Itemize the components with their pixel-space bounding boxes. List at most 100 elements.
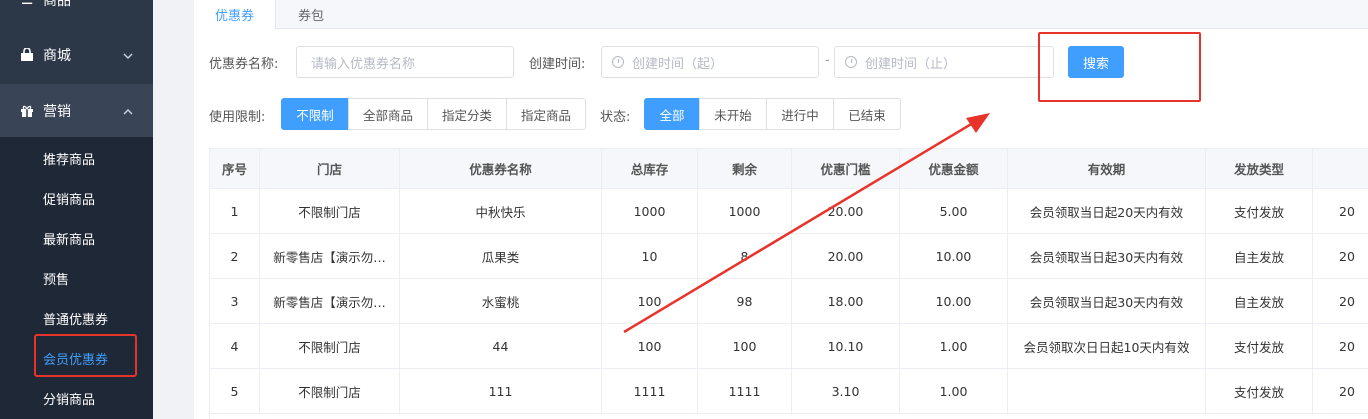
clock-icon (845, 56, 857, 68)
cell-validity: 会员领取当日起30天内有效 (1008, 234, 1206, 278)
cell-total-stock: 1111 (602, 369, 698, 413)
search-button[interactable]: 搜索 (1068, 46, 1124, 78)
cell-coupon-name: 44 (400, 324, 602, 368)
cell-threshold: 20.00 (792, 234, 900, 278)
cell-issue-type: 支付发放 (1206, 324, 1313, 368)
cell-index: 5 (210, 369, 260, 413)
header-remaining: 剩余 (698, 149, 792, 188)
cell-store: 新零售店【演示勿… (260, 234, 400, 278)
cell-threshold: 10.10 (792, 324, 900, 368)
limit-option-goods[interactable]: 指定商品 (506, 98, 586, 130)
status-segmented: 全部 未开始 进行中 已结束 (644, 98, 901, 130)
status-option-all[interactable]: 全部 (644, 98, 700, 130)
coupon-table: 序号 门店 优惠券名称 总库存 剩余 优惠门槛 优惠金额 有效期 发放类型 1 … (209, 148, 1368, 419)
cell-issue-type: 支付发放 (1206, 369, 1313, 413)
header-issue-type: 发放类型 (1206, 149, 1313, 188)
header-threshold: 优惠门槛 (792, 149, 900, 188)
header-extra (1313, 149, 1368, 188)
bag-icon (19, 47, 35, 63)
sidebar-item-recommended[interactable]: 推荐商品 (0, 138, 153, 178)
sidebar-item-newest[interactable]: 最新商品 (0, 218, 153, 258)
cell-index: 3 (210, 279, 260, 323)
status-option-not-started[interactable]: 未开始 (699, 98, 767, 130)
cell-coupon-name: 111 (400, 369, 602, 413)
cell-threshold: 20.00 (792, 189, 900, 233)
cell-total-stock: 1000 (602, 189, 698, 233)
create-time-end-input[interactable]: 创建时间（止） (834, 46, 1054, 78)
sidebar-item-member-coupon[interactable]: 会员优惠券 (0, 338, 153, 378)
cell-remaining: 1111 (698, 369, 792, 413)
cell-discount: 1.00 (900, 369, 1008, 413)
chevron-down-icon (123, 48, 133, 62)
cell-threshold: 3.10 (792, 369, 900, 413)
cell-validity (1008, 369, 1206, 413)
cell-validity: 会员领取当日起20天内有效 (1008, 189, 1206, 233)
create-time-start-input[interactable]: 创建时间（起） (601, 46, 819, 78)
header-coupon-name: 优惠券名称 (400, 149, 602, 188)
header-index: 序号 (210, 149, 260, 188)
cell-extra: 20 (1313, 369, 1368, 413)
table-header: 序号 门店 优惠券名称 总库存 剩余 优惠门槛 优惠金额 有效期 发放类型 (210, 149, 1368, 189)
sidebar-group-mall[interactable]: 商城 (0, 35, 153, 75)
limit-option-all-goods[interactable]: 全部商品 (348, 98, 428, 130)
cell-coupon-name: 中秋快乐 (400, 189, 602, 233)
table-row[interactable]: 4 不限制门店 44 100 100 10.10 1.00 会员领取次日日起10… (210, 324, 1368, 369)
coupon-panel: 优惠券 券包 优惠券名称: 请输入优惠券名称 创建时间: 创建时间（起） - 创… (194, 0, 1368, 419)
header-discount: 优惠金额 (900, 149, 1008, 188)
sidebar-item-distribution[interactable]: 分销商品 (0, 378, 153, 418)
table-row[interactable]: 3 新零售店【演示勿… 水蜜桃 100 98 18.00 10.00 会员领取当… (210, 279, 1368, 324)
header-store: 门店 (260, 149, 400, 188)
cell-validity: 会员领取当日起30天内有效 (1008, 279, 1206, 323)
time-range-separator: - (825, 53, 830, 68)
cell-coupon-name: 水蜜桃 (400, 279, 602, 323)
cell-threshold: 18.00 (792, 279, 900, 323)
cell-discount: 5.00 (900, 189, 1008, 233)
cell-extra: 20 (1313, 189, 1368, 233)
list-icon: ☰ (20, 0, 34, 8)
tab-coupon-pack[interactable]: 券包 (276, 0, 346, 29)
gift-icon (19, 103, 35, 119)
cell-extra: 20 (1313, 279, 1368, 323)
cell-remaining: 8 (698, 234, 792, 278)
limit-option-unlimited[interactable]: 不限制 (281, 98, 349, 130)
clock-icon (612, 56, 624, 68)
table-row[interactable]: 1 不限制门店 中秋快乐 1000 1000 20.00 5.00 会员领取当日… (210, 189, 1368, 234)
cell-index: 4 (210, 324, 260, 368)
cell-validity: 会员领取次日日起10天内有效 (1008, 324, 1206, 368)
main-content: 优惠券 券包 优惠券名称: 请输入优惠券名称 创建时间: 创建时间（起） - 创… (172, 0, 1368, 419)
coupon-name-label: 优惠券名称: (209, 57, 279, 72)
cell-discount: 10.00 (900, 279, 1008, 323)
cell-issue-type: 支付发放 (1206, 189, 1313, 233)
sidebar: ☰ 商品 商城 营销 推荐商品 促销商品 最新商品 预售 普通优惠券 会员优惠券 (0, 0, 153, 419)
usage-limit-label: 使用限制: (209, 110, 266, 125)
cell-total-stock: 100 (602, 324, 698, 368)
limit-option-category[interactable]: 指定分类 (427, 98, 507, 130)
table-row[interactable]: 2 新零售店【演示勿… 瓜果类 10 8 20.00 10.00 会员领取当日起… (210, 234, 1368, 279)
coupon-name-input[interactable]: 请输入优惠券名称 (296, 46, 514, 78)
sidebar-item-presale[interactable]: 预售 (0, 258, 153, 298)
cell-index: 2 (210, 234, 260, 278)
cell-discount: 1.00 (900, 324, 1008, 368)
table-row[interactable]: 5 不限制门店 111 1111 1111 3.10 1.00 支付发放 20 (210, 369, 1368, 414)
sidebar-group-marketing[interactable]: 营销 (0, 84, 153, 137)
cell-extra: 20 (1313, 324, 1368, 368)
cell-store: 不限制门店 (260, 324, 400, 368)
sidebar-item-general-coupon[interactable]: 普通优惠券 (0, 298, 153, 338)
cell-issue-type: 自主发放 (1206, 234, 1313, 278)
cell-remaining: 100 (698, 324, 792, 368)
cell-remaining: 1000 (698, 189, 792, 233)
header-validity: 有效期 (1008, 149, 1206, 188)
status-option-ongoing[interactable]: 进行中 (766, 98, 834, 130)
sidebar-item-promotion[interactable]: 促销商品 (0, 178, 153, 218)
tab-coupon[interactable]: 优惠券 (194, 0, 276, 30)
cell-issue-type: 自主发放 (1206, 279, 1313, 323)
cell-store: 新零售店【演示勿… (260, 279, 400, 323)
cell-store: 不限制门店 (260, 369, 400, 413)
sidebar-group-goods[interactable]: ☰ 商品 (0, 0, 153, 10)
status-option-ended[interactable]: 已结束 (833, 98, 901, 130)
cell-remaining: 98 (698, 279, 792, 323)
cell-extra: 20 (1313, 234, 1368, 278)
cell-discount: 10.00 (900, 234, 1008, 278)
chevron-up-icon (123, 104, 133, 118)
tab-bar: 优惠券 券包 (194, 0, 1368, 30)
